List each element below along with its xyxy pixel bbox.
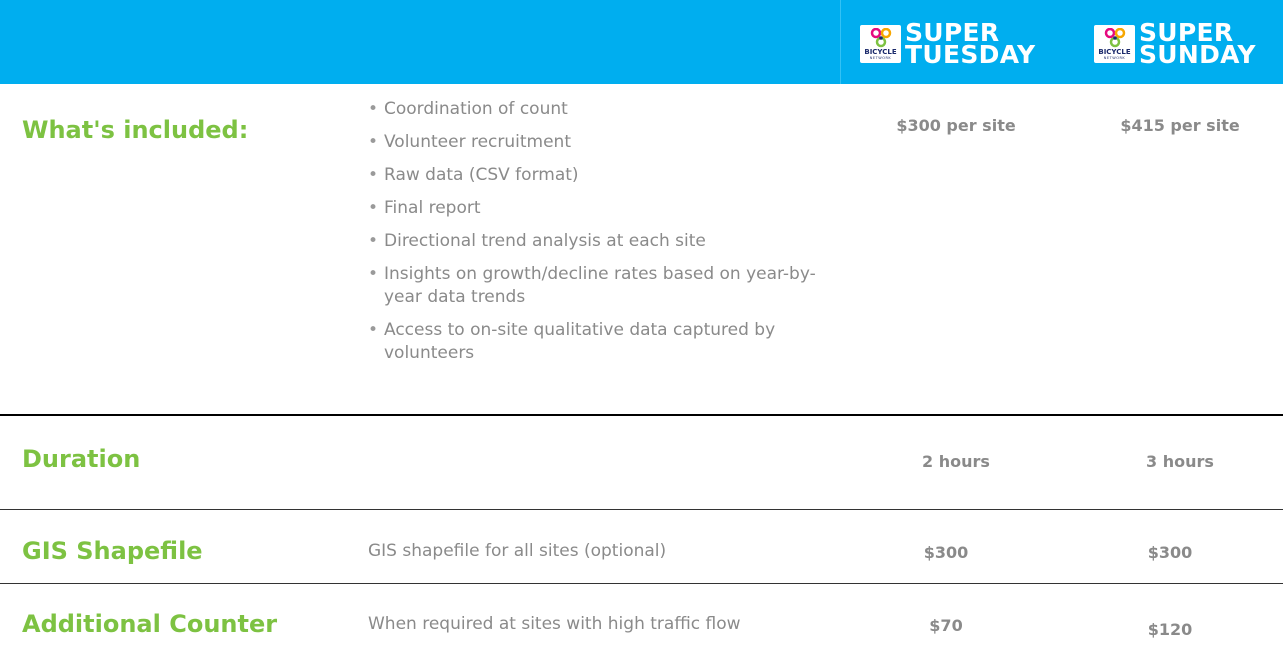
tuesday-site-price: $300 per site	[896, 116, 1016, 135]
brand-line-2: SUNDAY	[1139, 40, 1256, 69]
logo-word: BICYCLE	[864, 48, 897, 56]
whats-included-title: What's included:	[22, 116, 249, 144]
sunday-site-price: $415 per site	[1120, 116, 1240, 135]
list-item: • Volunteer recruitment	[368, 132, 571, 152]
tuesday-duration: 2 hours	[922, 452, 990, 471]
row-divider	[0, 583, 1283, 584]
feature-text: Raw data (CSV format)	[384, 165, 579, 185]
feature-list: • Coordination of count • Volunteer recrui…	[366, 98, 836, 375]
list-item: • Final report	[368, 198, 481, 218]
bicycle-network-icon	[870, 28, 891, 48]
brand-line-2: TUESDAY	[905, 40, 1036, 69]
tuesday-counter-price: $70	[929, 616, 963, 635]
logo-subword: NETWORK	[869, 56, 892, 60]
sunday-duration: 3 hours	[1146, 452, 1214, 471]
super-tuesday-title: SUPER TUESDAY	[905, 20, 1036, 69]
additional-counter-description: When required at sites with high traffic…	[368, 614, 741, 634]
row-divider	[0, 509, 1283, 510]
header-band	[0, 0, 1283, 84]
feature-text: Coordination of count	[384, 99, 568, 119]
super-sunday-title: SUPER SUNDAY	[1139, 20, 1256, 69]
list-item: • Coordination of count	[368, 99, 568, 119]
super-sunday-brand: BICYCLE NETWORK SUPER SUNDAY	[1094, 20, 1256, 69]
row-divider	[0, 414, 1283, 416]
additional-counter-title: Additional Counter	[22, 610, 278, 638]
feature-text: Final report	[384, 198, 481, 218]
bicycle-network-logo: BICYCLE NETWORK	[860, 25, 901, 63]
bicycle-network-logo: BICYCLE NETWORK	[1094, 25, 1135, 63]
header-divider	[840, 0, 841, 84]
gis-shapefile-description: GIS shapefile for all sites (optional)	[368, 541, 667, 561]
gis-shapefile-title: GIS Shapefile	[22, 537, 203, 565]
feature-text: Insights on growth/decline rates based o…	[384, 264, 816, 307]
list-item: • Insights on growth/decline rates based …	[368, 264, 816, 307]
list-item: • Directional trend analysis at each site	[368, 231, 706, 251]
list-item: • Raw data (CSV format)	[368, 165, 579, 185]
sunday-counter-price: $120	[1147, 620, 1193, 639]
feature-text: Access to on-site qualitative data captu…	[384, 320, 776, 363]
feature-text: Directional trend analysis at each site	[384, 231, 706, 251]
sunday-gis-price: $300	[1147, 543, 1193, 562]
bicycle-network-icon	[1104, 28, 1125, 48]
feature-text: Volunteer recruitment	[384, 132, 571, 152]
list-item: • Access to on-site qualitative data capt…	[368, 320, 776, 363]
tuesday-gis-price: $300	[923, 543, 969, 562]
logo-subword: NETWORK	[1103, 56, 1126, 60]
super-tuesday-brand: BICYCLE NETWORK SUPER TUESDAY	[860, 20, 1036, 69]
logo-word: BICYCLE	[1098, 48, 1131, 56]
duration-title: Duration	[22, 445, 141, 473]
